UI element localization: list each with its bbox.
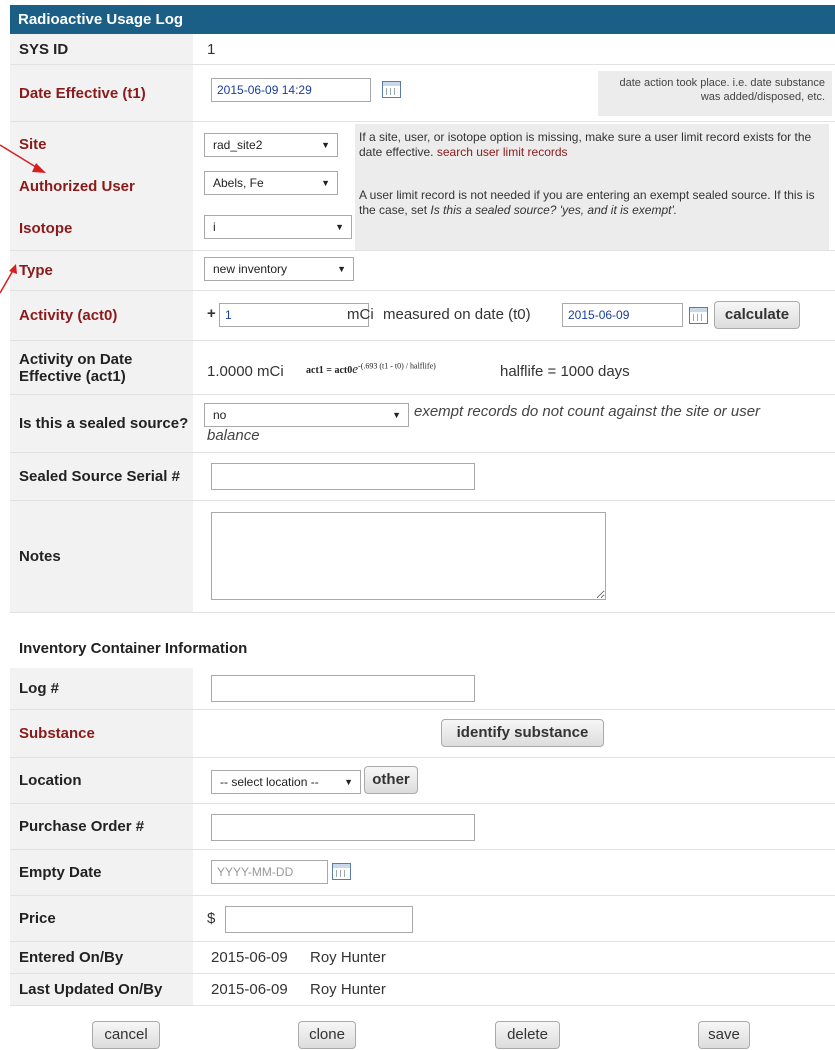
search-user-limit-link[interactable]: search user limit records [437, 145, 568, 159]
halflife-value: halflife = 1000 days [500, 363, 630, 380]
sys-id-value: 1 [207, 41, 216, 58]
serial-input[interactable] [211, 463, 475, 490]
chevron-down-icon: ▼ [321, 178, 330, 188]
activity-row: Activity (act0) + mCi measured on date (… [10, 291, 835, 341]
calendar-icon[interactable] [689, 307, 708, 324]
measured-date-label: measured on date (t0) [383, 306, 531, 323]
help-note-line2: A user limit record is not needed if you… [359, 188, 815, 217]
chevron-down-icon: ▼ [344, 777, 353, 787]
chevron-down-icon: ▼ [335, 222, 344, 232]
measured-date-input[interactable] [562, 303, 683, 327]
empty-date-row: Empty Date [10, 850, 835, 896]
isotope-select[interactable]: i ▼ [204, 215, 352, 239]
identify-substance-button[interactable]: identify substance [441, 719, 604, 747]
chevron-down-icon: ▼ [337, 264, 346, 274]
activity-effective-label: Activity on Date Effective (act1) [10, 341, 193, 394]
site-select[interactable]: rad_site2 ▼ [204, 133, 338, 157]
activity-sign: + [207, 305, 216, 322]
substance-label: Substance [10, 710, 193, 757]
serial-row: Sealed Source Serial # [10, 453, 835, 501]
entered-by: Roy Hunter [310, 949, 386, 966]
log-row: Log # [10, 668, 835, 710]
entered-row: Entered On/By 2015-06-09 Roy Hunter [10, 942, 835, 974]
cancel-button[interactable]: cancel [92, 1021, 160, 1049]
log-label: Log # [10, 668, 193, 709]
arrow-head-site [32, 163, 46, 173]
date-effective-row: Date Effective (t1) date action took pla… [10, 65, 835, 122]
delete-button[interactable]: delete [495, 1021, 560, 1049]
empty-date-label: Empty Date [10, 850, 193, 895]
updated-date: 2015-06-09 [211, 981, 288, 998]
location-row: Location -- select location -- ▼ other [10, 758, 835, 804]
notes-textarea[interactable] [211, 512, 606, 600]
updated-label: Last Updated On/By [10, 974, 193, 1005]
decay-formula: act1 = act0e-(.693 (t1 - t0) / halflife) [306, 361, 436, 376]
chevron-down-icon: ▼ [321, 140, 330, 150]
price-input[interactable] [225, 906, 413, 933]
log-input[interactable] [211, 675, 475, 702]
sealed-note-b: balance [207, 427, 260, 444]
sealed-label: Is this a sealed source? [10, 395, 193, 452]
date-effective-note: date action took place. i.e. date substa… [598, 71, 832, 116]
notes-label: Notes [10, 501, 193, 612]
authorized-user-select[interactable]: Abels, Fe ▼ [204, 171, 338, 195]
type-select[interactable]: new inventory ▼ [204, 257, 354, 281]
activity-effective-value: 1.0000 mCi [207, 363, 284, 380]
inventory-heading: Inventory Container Information [19, 640, 248, 657]
po-row: Purchase Order # [10, 804, 835, 850]
serial-label: Sealed Source Serial # [10, 453, 193, 500]
save-button[interactable]: save [698, 1021, 750, 1049]
date-effective-input[interactable] [211, 78, 371, 102]
substance-row: Substance identify substance [10, 710, 835, 758]
help-note-box: If a site, user, or isotope option is mi… [355, 124, 829, 250]
currency-symbol: $ [207, 910, 216, 927]
empty-date-input[interactable] [211, 860, 328, 884]
chevron-down-icon: ▼ [392, 410, 401, 420]
annotation-arrows [0, 144, 46, 294]
price-row: Price $ [10, 896, 835, 942]
sys-id-row: SYS ID 1 [10, 34, 835, 65]
form-title: Radioactive Usage Log [10, 5, 835, 34]
location-label: Location [10, 758, 193, 803]
calculate-button[interactable]: calculate [714, 301, 800, 329]
sealed-row: Is this a sealed source? no ▼ exempt reco… [10, 395, 835, 453]
arrow-head-type [9, 264, 17, 274]
updated-row: Last Updated On/By 2015-06-09 Roy Hunter [10, 974, 835, 1006]
location-select[interactable]: -- select location -- ▼ [211, 770, 361, 794]
activity-unit: mCi [347, 306, 374, 323]
help-note-line1: If a site, user, or isotope option is mi… [359, 130, 812, 159]
entered-date: 2015-06-09 [211, 949, 288, 966]
po-input[interactable] [211, 814, 475, 841]
other-location-button[interactable]: other [364, 766, 418, 794]
sealed-select[interactable]: no ▼ [204, 403, 409, 427]
price-label: Price [10, 896, 193, 941]
type-row: Type new inventory ▼ [10, 251, 835, 291]
activity-effective-row: Activity on Date Effective (act1) 1.0000… [10, 341, 835, 395]
po-label: Purchase Order # [10, 804, 193, 849]
sealed-note-a: exempt records do not count against the … [414, 403, 761, 420]
updated-by: Roy Hunter [310, 981, 386, 998]
calendar-icon[interactable] [332, 863, 351, 880]
calendar-icon[interactable] [382, 81, 401, 98]
clone-button[interactable]: clone [298, 1021, 356, 1049]
notes-row: Notes [10, 501, 835, 613]
entered-label: Entered On/By [10, 942, 193, 973]
